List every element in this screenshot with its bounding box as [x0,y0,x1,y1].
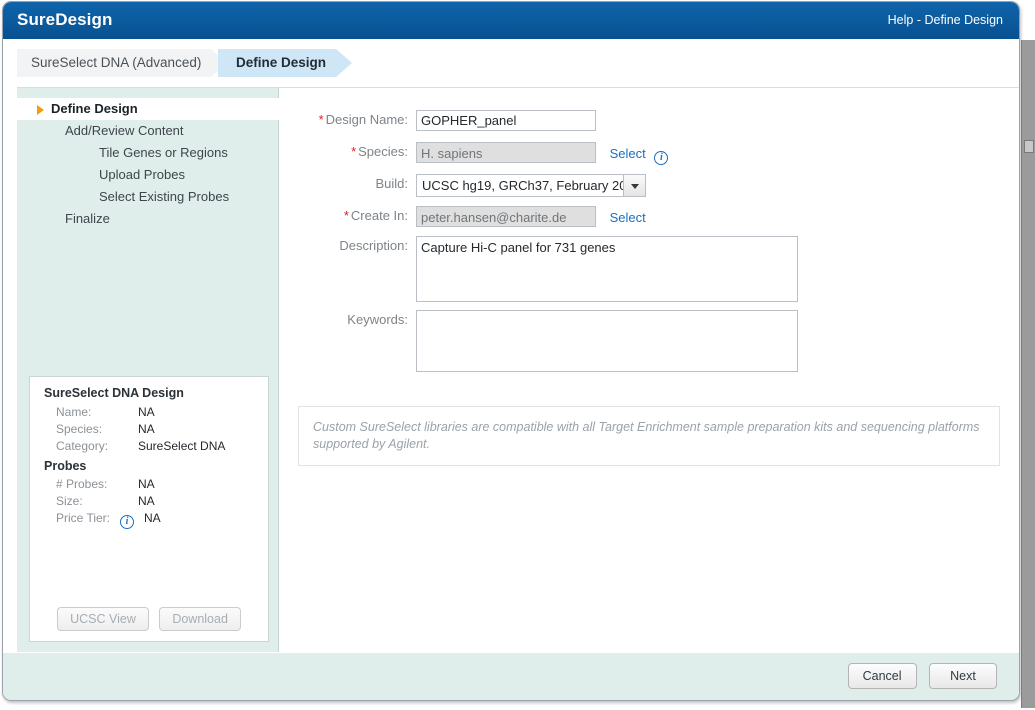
page-scrollbar-thumb[interactable] [1024,140,1034,153]
species-label: * Species: [351,144,408,159]
page-scrollbar-track[interactable] [1021,40,1035,708]
breadcrumb-chevron-icon [336,49,353,77]
breadcrumb-label: SureSelect DNA (Advanced) [17,49,212,77]
summary-key: Species: [56,422,103,436]
create-in-select-link[interactable]: Select [610,210,646,225]
summary-key: Size: [56,494,83,508]
create-in-value: peter.hansen@charite.de [416,206,596,227]
sidebar-item-label: Finalize [65,211,110,226]
summary-row-category: Category: SureSelect DNA [30,438,268,455]
summary-key: Category: [56,439,109,453]
breadcrumb-item-sureselect-dna-advanced[interactable]: SureSelect DNA (Advanced) [17,49,228,77]
sidebar-item-label: Upload Probes [99,167,185,182]
breadcrumb: SureSelect DNA (Advanced) Define Design [3,39,1019,88]
summary-value: NA [138,494,155,508]
description-label: Description: [339,238,408,253]
sidebar: Define Design Add/Review Content Tile Ge… [17,88,279,654]
help-link[interactable]: Help - Define Design [888,13,1003,27]
required-asterisk: * [343,208,349,223]
description-textarea[interactable] [416,236,798,302]
breadcrumb-label: Define Design [218,49,337,77]
summary-row-size: Size: NA [30,493,268,510]
define-design-form: *Design Name: *Species: H. sapiens Selec… [280,88,1005,654]
summary-key: Price Tier: [56,511,111,525]
required-asterisk: * [318,112,324,127]
ucsc-view-button[interactable]: UCSC View [57,607,149,631]
footer-bar: Cancel Next [3,652,1019,700]
build-label: Build: [375,176,408,191]
create-in-label: * Create In: [343,208,408,223]
summary-title: SureSelect DNA Design [44,386,184,400]
sidebar-item-label: Define Design [51,101,138,116]
next-button[interactable]: Next [929,663,997,689]
design-name-label: * Design Name: [318,112,408,127]
content-area: Define Design Add/Review Content Tile Ge… [3,88,1019,654]
application-window: SureDesign Help - Define Design SureSele… [2,1,1020,701]
title-bar: SureDesign Help - Define Design [3,2,1019,39]
design-summary-card: SureSelect DNA Design Name: NA Species: NA… [29,376,269,642]
footer-button-group: Cancel Next [847,663,997,689]
build-dropdown[interactable]: UCSC hg19, GRCh37, February 2009 [416,174,646,197]
sidebar-item-add-review-content[interactable]: Add/Review Content [17,120,279,142]
probes-section-title: Probes [44,459,87,473]
summary-row-price-tier: Price Tier: i NA [30,510,268,529]
triangle-right-icon [37,105,44,115]
design-name-input[interactable] [416,110,596,131]
dropdown-button[interactable] [623,175,645,196]
species-value: H. sapiens [416,142,596,163]
sidebar-item-define-design[interactable]: Define Design [17,98,279,120]
build-selected-value: UCSC hg19, GRCh37, February 2009 [422,178,641,193]
sidebar-item-tile-genes-or-regions[interactable]: Tile Genes or Regions [17,142,279,164]
summary-value: NA [138,422,155,436]
summary-value: NA [144,511,161,525]
sidebar-item-select-existing-probes[interactable]: Select Existing Probes [17,186,279,208]
sidebar-item-upload-probes[interactable]: Upload Probes [17,164,279,186]
info-icon[interactable]: i [654,151,669,165]
summary-key: # Probes: [56,477,108,491]
summary-value: NA [138,477,155,491]
summary-value: SureSelect DNA [138,439,226,453]
chevron-down-icon [631,184,639,189]
compatibility-note: Custom SureSelect libraries are compatib… [298,406,1000,466]
app-title: SureDesign [17,10,113,29]
sidebar-item-label: Add/Review Content [65,123,184,138]
summary-row-name: Name: NA [30,404,268,421]
species-select-link[interactable]: Select [610,146,646,161]
info-icon[interactable]: i [120,515,134,529]
summary-row-num-probes: # Probes: NA [30,476,268,493]
cancel-button[interactable]: Cancel [847,663,917,689]
sidebar-item-finalize[interactable]: Finalize [17,208,279,230]
sidebar-item-label: Select Existing Probes [99,189,230,204]
keywords-label: Keywords: [347,312,408,327]
sidebar-nav: Define Design Add/Review Content Tile Ge… [17,98,279,230]
download-button[interactable]: Download [159,607,241,631]
card-button-group: UCSC View Download [30,607,268,631]
required-asterisk: * [351,144,357,159]
breadcrumb-item-define-design[interactable]: Define Design [218,49,353,77]
summary-value: NA [138,405,155,419]
keywords-textarea[interactable] [416,310,798,372]
summary-key: Name: [56,405,92,419]
sidebar-item-label: Tile Genes or Regions [99,145,228,160]
summary-row-species: Species: NA [30,421,268,438]
